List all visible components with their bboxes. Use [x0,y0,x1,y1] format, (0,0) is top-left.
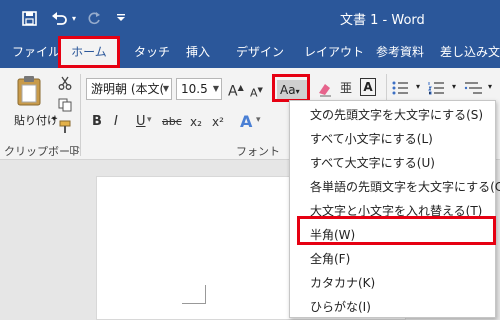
underline-dropdown-icon[interactable]: ▾ [147,115,152,125]
multilevel-list-icon[interactable] [464,80,484,99]
tab-home[interactable]: ホーム [61,36,117,68]
cut-icon[interactable] [56,74,74,92]
menu-item-katakana[interactable]: カタカナ(K) [310,271,375,295]
format-painter-icon[interactable] [56,118,74,136]
tab-references[interactable]: 参考資料 [376,36,424,68]
tab-insert[interactable]: 挿入 [186,36,210,68]
strikethrough-button[interactable]: abc [162,112,182,132]
tab-mailings[interactable]: 差し込み文 [440,36,500,68]
tab-file[interactable]: ファイル [12,36,60,68]
clear-formatting-icon[interactable] [316,80,334,102]
customize-qat-icon[interactable] [116,8,126,28]
character-border-button[interactable]: A [360,78,376,96]
shrink-font-button[interactable]: A▼ [250,80,263,100]
menu-item-capitalize-each-word[interactable]: 各単語の先頭文字を大文字にする(C) [310,175,500,199]
clipboard-icon [17,76,41,106]
group-separator [80,74,81,156]
ribbon-tabs: ファイル ホーム タッチ 挿入 デザイン レイアウト 参考資料 差し込み文 [0,36,500,68]
undo-dropdown-icon[interactable]: ▾ [70,8,78,28]
paste-button[interactable]: 貼り付け ▾ [8,72,58,134]
change-case-icon: Aa [280,83,296,97]
font-group-label: フォント [236,145,280,158]
menu-item-lowercase[interactable]: すべて小文字にする(L) [310,127,433,151]
text-effects-button[interactable]: A [240,112,252,132]
tab-layout[interactable]: レイアウト [304,36,364,68]
menu-item-full-width[interactable]: 全角(F) [310,247,350,271]
menu-item-sentence-case[interactable]: 文の先頭文字を大文字にする(S) [310,103,483,127]
copy-icon[interactable] [56,96,74,114]
save-icon[interactable] [20,8,38,28]
redo-icon[interactable] [86,8,102,28]
subscript-button[interactable]: x₂ [190,112,202,132]
bold-button[interactable]: B [92,112,102,132]
chevron-down-icon: ▼ [162,84,169,93]
menu-item-toggle-case[interactable]: 大文字と小文字を入れ替える(T) [310,199,482,223]
bullets-icon[interactable] [392,80,412,99]
numbering-icon[interactable] [428,80,448,99]
bullets-dropdown-icon[interactable]: ▾ [416,82,420,91]
italic-button[interactable]: I [114,112,118,132]
menu-item-hiragana[interactable]: ひらがな(I) [310,295,371,319]
undo-icon[interactable] [50,8,68,28]
window-title: 文書 1 - Word [340,13,425,28]
font-name-combo[interactable]: 游明朝 (本文( ▼ [86,78,172,100]
grow-font-button[interactable]: A▲ [228,78,244,100]
menu-item-uppercase[interactable]: すべて大文字にする(U) [310,151,435,175]
margin-corner-mark [205,285,206,304]
change-case-menu: 文の先頭文字を大文字にする(S) すべて小文字にする(L) すべて大文字にする(… [289,100,500,319]
superscript-button[interactable]: x² [212,112,224,132]
title-bar: ▾ 文書 1 - Word [0,0,500,36]
font-size-value: 10.5 [181,82,208,96]
shrink-font-icon: A [250,86,258,100]
chevron-down-icon: ▾ [295,87,300,96]
numbering-dropdown-icon[interactable]: ▾ [452,82,456,91]
font-name-value: 游明朝 (本文( [91,82,165,96]
multilevel-dropdown-icon[interactable]: ▾ [488,82,492,91]
change-case-button[interactable]: Aa▾ [277,80,307,100]
font-size-combo[interactable]: 10.5 ▼ [176,78,222,100]
grow-font-icon: A [228,83,238,100]
tab-design[interactable]: デザイン [236,36,284,68]
text-effects-dropdown-icon[interactable]: ▾ [256,115,261,125]
tab-touch[interactable]: タッチ [134,36,170,68]
underline-button[interactable]: U [136,112,146,132]
chevron-down-icon: ▼ [212,84,219,93]
menu-item-half-width[interactable]: 半角(W) [310,223,355,247]
phonetic-guide-icon[interactable]: 亜 [340,79,352,96]
margin-corner-mark [182,303,206,304]
clipboard-launcher-icon[interactable] [70,146,78,154]
